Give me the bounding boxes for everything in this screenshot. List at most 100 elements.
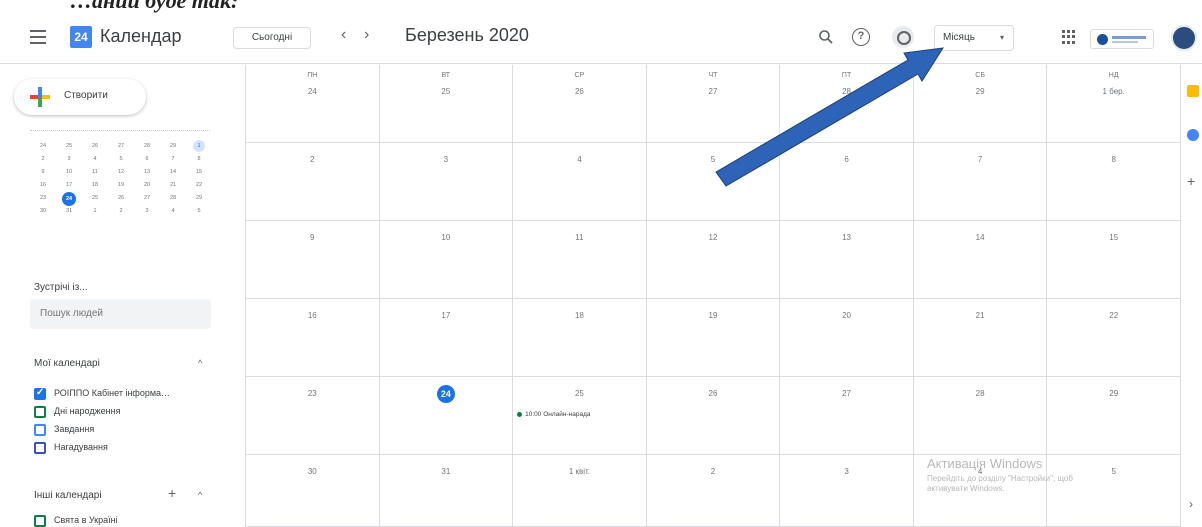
keep-notes-icon[interactable] bbox=[1187, 85, 1199, 97]
mini-calendar-day[interactable]: 23 bbox=[30, 192, 56, 204]
mini-calendar-day[interactable]: 12 bbox=[108, 166, 134, 178]
day-cell[interactable]: СР 26 bbox=[512, 65, 646, 143]
settings-gear-icon[interactable] bbox=[892, 26, 914, 48]
day-cell[interactable]: 20 bbox=[779, 299, 913, 377]
add-calendar-icon[interactable]: + bbox=[168, 485, 176, 501]
day-number[interactable]: 26 bbox=[647, 389, 780, 398]
day-cell[interactable]: 11 bbox=[512, 221, 646, 299]
day-number[interactable]: 10 bbox=[380, 233, 513, 242]
mini-calendar-day[interactable]: 26 bbox=[82, 140, 108, 152]
day-number[interactable]: 29 bbox=[1047, 389, 1180, 398]
view-switcher-dropdown[interactable]: Місяць ▾ bbox=[934, 25, 1014, 51]
mini-calendar-day[interactable]: 10 bbox=[56, 166, 82, 178]
day-cell[interactable]: 2 bbox=[645, 455, 780, 527]
mini-calendar-day[interactable]: 3 bbox=[134, 205, 160, 217]
day-cell[interactable]: 13 bbox=[779, 221, 913, 299]
mini-calendar-day[interactable]: 31 bbox=[56, 205, 82, 217]
day-cell[interactable]: 23 bbox=[245, 377, 379, 455]
day-cell[interactable]: 29 bbox=[1046, 377, 1180, 455]
day-number[interactable]: 24 bbox=[246, 87, 379, 96]
mini-calendar-day[interactable]: 8 bbox=[186, 153, 212, 165]
mini-calendar-day[interactable]: 29 bbox=[160, 140, 186, 152]
search-icon[interactable] bbox=[818, 29, 834, 45]
today-button[interactable]: Сьогодні bbox=[233, 27, 311, 49]
day-number[interactable]: 4 bbox=[513, 155, 646, 164]
my-calendars-heading[interactable]: Мої календарі bbox=[34, 358, 100, 369]
mini-calendar-day[interactable]: 30 bbox=[30, 205, 56, 217]
today-marker[interactable]: 24 bbox=[436, 385, 455, 403]
day-cell[interactable]: 25 10:00 Онлайн-нарада bbox=[512, 377, 646, 455]
day-cell[interactable]: 1 квіт. bbox=[512, 455, 646, 527]
mini-calendar-day[interactable]: 11 bbox=[82, 166, 108, 178]
mini-calendar-day[interactable]: 24 bbox=[30, 140, 56, 152]
day-cell[interactable]: 18 bbox=[512, 299, 646, 377]
mini-calendar-day[interactable]: 3 bbox=[56, 153, 82, 165]
mini-calendar-day[interactable]: 25 bbox=[82, 192, 108, 204]
day-number[interactable]: 2 bbox=[246, 155, 379, 164]
mini-calendar-day[interactable]: 21 bbox=[160, 179, 186, 191]
day-number[interactable]: 12 bbox=[647, 233, 780, 242]
day-number[interactable]: 24 bbox=[380, 385, 513, 403]
day-number[interactable]: 3 bbox=[780, 467, 913, 476]
day-number[interactable]: 11 bbox=[513, 233, 646, 242]
day-cell[interactable]: 4 bbox=[512, 143, 646, 221]
day-number[interactable]: 18 bbox=[513, 311, 646, 320]
day-cell[interactable]: 31 bbox=[378, 455, 513, 527]
day-cell[interactable]: 6 bbox=[779, 143, 913, 221]
calendar-checkbox[interactable] bbox=[34, 387, 46, 400]
prev-month-button[interactable]: ‹ bbox=[341, 26, 346, 44]
day-cell[interactable]: 8 bbox=[1046, 143, 1180, 221]
chevron-up-icon[interactable]: ^ bbox=[198, 358, 202, 368]
mini-calendar-day[interactable]: 16 bbox=[30, 179, 56, 191]
day-cell[interactable]: 28 bbox=[912, 377, 1047, 455]
other-calendars-heading[interactable]: Інші календарі bbox=[34, 490, 102, 501]
search-people-input[interactable] bbox=[30, 299, 211, 329]
next-month-button[interactable]: › bbox=[364, 26, 369, 44]
google-apps-icon[interactable] bbox=[1062, 30, 1076, 44]
day-cell[interactable]: НД 1 бер. bbox=[1046, 65, 1180, 143]
mini-calendar-day[interactable]: 9 bbox=[30, 166, 56, 178]
day-cell[interactable]: 21 bbox=[912, 299, 1047, 377]
day-cell[interactable]: ВТ 25 bbox=[378, 65, 513, 143]
day-cell[interactable]: 3 bbox=[378, 143, 513, 221]
day-cell[interactable]: СБ 29 bbox=[912, 65, 1047, 143]
day-cell[interactable]: 9 bbox=[245, 221, 379, 299]
day-cell[interactable]: 12 bbox=[645, 221, 780, 299]
mini-calendar-day[interactable]: 6 bbox=[134, 153, 160, 165]
day-number[interactable]: 9 bbox=[246, 233, 379, 242]
mini-calendar-day[interactable]: 2 bbox=[108, 205, 134, 217]
mini-calendar-day[interactable]: 17 bbox=[56, 179, 82, 191]
day-number[interactable]: 1 квіт. bbox=[513, 467, 646, 476]
mini-calendar-day[interactable]: 20 bbox=[134, 179, 160, 191]
tasks-icon[interactable] bbox=[1187, 129, 1199, 141]
mini-calendar-day[interactable]: 4 bbox=[160, 205, 186, 217]
day-cell[interactable]: ПН 24 bbox=[245, 65, 379, 143]
day-number[interactable]: 28 bbox=[914, 389, 1047, 398]
day-number[interactable]: 25 bbox=[380, 87, 513, 96]
help-icon[interactable]: ? bbox=[852, 28, 870, 46]
day-number[interactable]: 2 bbox=[647, 467, 780, 476]
calendar-checkbox[interactable] bbox=[34, 406, 46, 418]
day-number[interactable]: 27 bbox=[780, 389, 913, 398]
day-number[interactable]: 22 bbox=[1047, 311, 1180, 320]
day-number[interactable]: 29 bbox=[914, 87, 1047, 96]
day-cell[interactable]: ПТ 28 bbox=[779, 65, 913, 143]
mini-calendar-day[interactable]: 2 bbox=[30, 153, 56, 165]
day-number[interactable]: 15 bbox=[1047, 233, 1180, 242]
day-number[interactable]: 13 bbox=[780, 233, 913, 242]
mini-calendar-day[interactable]: 19 bbox=[108, 179, 134, 191]
day-number[interactable]: 20 bbox=[780, 311, 913, 320]
day-number[interactable]: 25 bbox=[513, 389, 646, 398]
mini-calendar-day[interactable]: 4 bbox=[82, 153, 108, 165]
calendar-checkbox[interactable] bbox=[34, 515, 46, 527]
create-button[interactable]: Створити bbox=[14, 79, 146, 115]
day-number[interactable]: 31 bbox=[380, 467, 513, 476]
day-number[interactable]: 16 bbox=[246, 311, 379, 320]
chevron-right-icon[interactable]: › bbox=[1189, 497, 1193, 511]
mini-calendar-day[interactable]: 25 bbox=[56, 140, 82, 152]
organization-logo[interactable] bbox=[1090, 29, 1154, 49]
day-cell[interactable]: 3 bbox=[779, 455, 913, 527]
mini-calendar-day[interactable]: 5 bbox=[186, 205, 212, 217]
mini-calendar-day[interactable]: 13 bbox=[134, 166, 160, 178]
day-cell[interactable]: ЧТ 27 bbox=[645, 65, 780, 143]
